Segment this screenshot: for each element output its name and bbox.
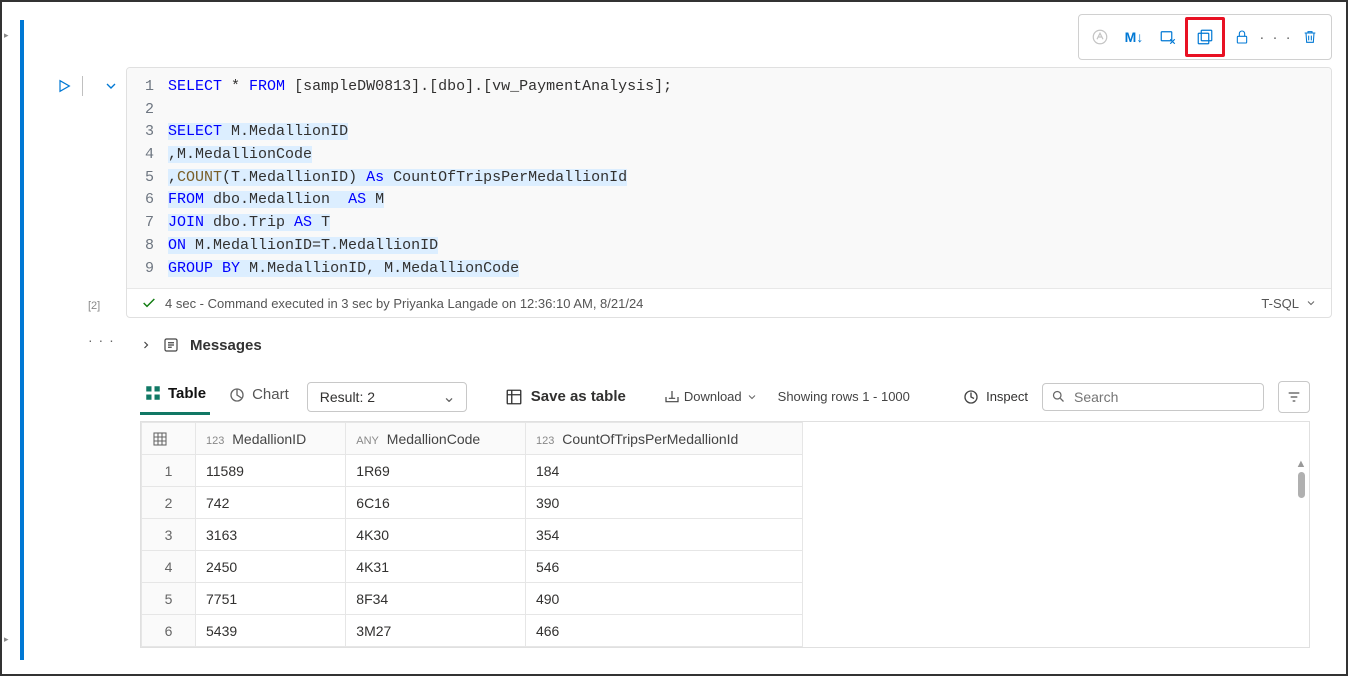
filter-button[interactable] (1278, 381, 1310, 413)
cell-toolbar: M↓ · · · (1078, 14, 1332, 60)
merge-cells-icon[interactable] (1188, 20, 1222, 54)
table-row[interactable]: 424504K31546 (142, 551, 803, 583)
status-bar: 4 sec - Command executed in 3 sec by Pri… (127, 288, 1331, 317)
messages-section: Messages (140, 336, 1334, 354)
more-options-icon[interactable]: · · · (1259, 20, 1293, 54)
tab-table[interactable]: Table (140, 378, 210, 415)
status-text: 4 sec - Command executed in 3 sec by Pri… (165, 296, 643, 311)
messages-label[interactable]: Messages (190, 337, 262, 354)
line-numbers: 123456789 (127, 76, 168, 280)
table-row[interactable]: 577518F34490 (142, 583, 803, 615)
table-view-icon (144, 384, 162, 402)
results-table-container: 123 MedallionIDANY MedallionCode123 Coun… (140, 421, 1310, 648)
row-header-icon[interactable] (142, 423, 196, 455)
result-selector[interactable]: Result: 2 (307, 382, 467, 412)
scroll-thumb[interactable] (1298, 472, 1305, 498)
code-lines[interactable]: SELECT * FROM [sampleDW0813].[dbo].[vw_P… (168, 76, 1331, 280)
search-icon (1051, 389, 1066, 404)
table-row[interactable]: 27426C16390 (142, 487, 803, 519)
collapse-output-icon[interactable]: · · · (88, 332, 115, 348)
tab-chart[interactable]: Chart (224, 380, 293, 414)
chart-view-icon (228, 386, 246, 404)
messages-expand-icon[interactable] (140, 339, 152, 351)
ai-icon[interactable] (1083, 20, 1117, 54)
table-row[interactable]: 1115891R69184 (142, 455, 803, 487)
language-selector[interactable]: T-SQL (1261, 296, 1317, 311)
run-options-chevron-icon[interactable] (103, 78, 119, 94)
table-row[interactable]: 331634K30354 (142, 519, 803, 551)
results-table[interactable]: 123 MedallionIDANY MedallionCode123 Coun… (141, 422, 803, 647)
cell-execution-count: [2] (88, 300, 100, 312)
sql-editor: 123456789 SELECT * FROM [sampleDW0813].[… (126, 67, 1332, 318)
success-check-icon (141, 295, 157, 311)
results-toolbar: Table Chart Result: 2 Save as table (140, 378, 1310, 415)
lock-icon[interactable] (1225, 20, 1259, 54)
save-as-table-button[interactable]: Save as table (505, 388, 626, 406)
column-header[interactable]: 123 CountOfTripsPerMedallionId (525, 423, 802, 455)
delete-icon[interactable] (1293, 20, 1327, 54)
table-row[interactable]: 654393M27466 (142, 615, 803, 647)
download-icon (664, 389, 680, 405)
run-gutter (56, 76, 119, 96)
column-header[interactable]: ANY MedallionCode (346, 423, 526, 455)
left-rail: ▸ ▸ (2, 2, 14, 674)
search-field[interactable] (1074, 389, 1255, 405)
save-table-icon (505, 388, 523, 406)
clear-output-icon[interactable] (1151, 20, 1185, 54)
code-area[interactable]: 123456789 SELECT * FROM [sampleDW0813].[… (127, 68, 1331, 288)
markdown-button[interactable]: M↓ (1117, 20, 1151, 54)
search-input[interactable] (1042, 383, 1264, 411)
scroll-up-icon[interactable]: ▲ (1295, 458, 1307, 470)
run-cell-button[interactable] (56, 77, 72, 95)
rows-showing-text: Showing rows 1 - 1000 (778, 389, 910, 404)
merge-cells-highlight (1185, 17, 1225, 57)
column-header[interactable]: 123 MedallionID (196, 423, 346, 455)
download-button[interactable]: Download (664, 389, 758, 405)
messages-icon (162, 336, 180, 354)
inspect-button[interactable]: Inspect (962, 388, 1028, 406)
inspect-icon (962, 388, 980, 406)
scrollbar[interactable]: ▲ (1295, 458, 1307, 500)
